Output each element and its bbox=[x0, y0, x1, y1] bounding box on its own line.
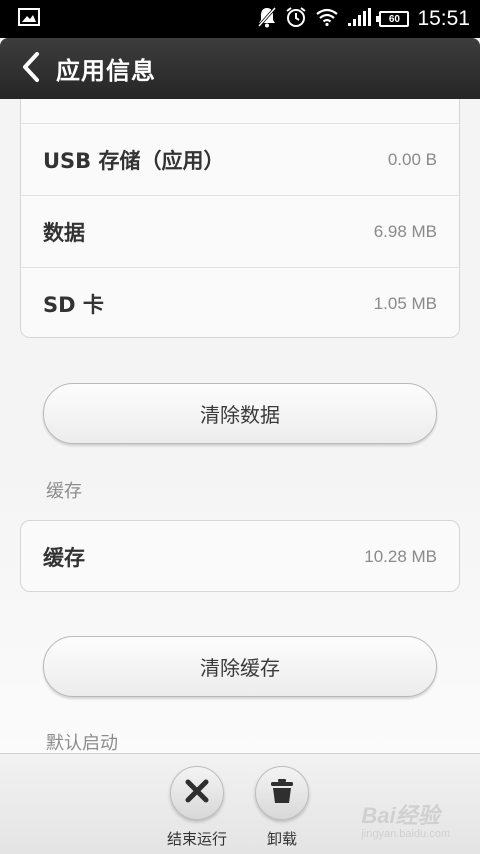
row-label: SD 卡 bbox=[43, 292, 104, 317]
storage-row-partial bbox=[21, 99, 459, 123]
cache-section-label: 缓存 bbox=[46, 481, 82, 502]
cache-card: 缓存 10.28 MB bbox=[20, 520, 460, 592]
image-icon bbox=[18, 8, 40, 30]
watermark-url: jingyan.baidu.com bbox=[361, 828, 450, 840]
storage-card: USB 存储（应用） 0.00 B 数据 6.98 MB SD 卡 1.05 M… bbox=[20, 99, 460, 338]
row-value: 10.28 MB bbox=[364, 547, 437, 566]
status-bar: 60 15:51 bbox=[0, 0, 480, 38]
wifi-icon bbox=[315, 8, 339, 30]
uninstall-label: 卸载 bbox=[266, 830, 297, 848]
row-value: 1.05 MB bbox=[373, 293, 437, 313]
row-label: 缓存 bbox=[43, 546, 85, 570]
storage-row-data: 数据 6.98 MB bbox=[21, 195, 459, 267]
battery-icon: 60 bbox=[376, 11, 410, 27]
back-button[interactable] bbox=[6, 38, 56, 99]
uninstall-circle bbox=[255, 766, 309, 820]
force-stop-label: 结束运行 bbox=[166, 830, 227, 848]
default-launch-section-label: 默认启动 bbox=[46, 733, 118, 753]
storage-row-usb: USB 存储（应用） 0.00 B bbox=[21, 123, 459, 195]
row-label: USB 存储（应用） bbox=[43, 148, 225, 173]
alarm-icon bbox=[285, 6, 307, 32]
storage-row-sd: SD 卡 1.05 MB bbox=[21, 267, 459, 339]
watermark-logo: Bai经验 bbox=[361, 803, 440, 828]
signal-icon bbox=[347, 8, 372, 30]
content-area[interactable]: USB 存储（应用） 0.00 B 数据 6.98 MB SD 卡 1.05 M… bbox=[0, 99, 480, 753]
force-stop-circle bbox=[170, 766, 224, 820]
page-title: 应用信息 bbox=[56, 57, 156, 85]
clear-data-button[interactable]: 清除数据 bbox=[43, 383, 437, 444]
notification-muted-icon bbox=[257, 6, 277, 32]
cache-row: 缓存 10.28 MB bbox=[21, 521, 459, 593]
uninstall-button[interactable]: 卸载 bbox=[242, 766, 322, 849]
bottom-action-bar: 结束运行 卸载 Bai经验 jingyan.baidu.com bbox=[0, 753, 480, 854]
row-value: 6.98 MB bbox=[373, 221, 437, 241]
clear-cache-button[interactable]: 清除缓存 bbox=[43, 636, 437, 697]
chevron-left-icon bbox=[21, 51, 41, 87]
force-stop-button[interactable]: 结束运行 bbox=[157, 766, 237, 849]
row-label: 数据 bbox=[43, 220, 85, 245]
watermark: Bai经验 jingyan.baidu.com bbox=[361, 798, 450, 840]
row-value: 0.00 B bbox=[387, 149, 437, 169]
title-bar: 应用信息 bbox=[0, 38, 480, 99]
status-time: 15:51 bbox=[417, 7, 470, 30]
close-icon bbox=[184, 778, 210, 808]
trash-icon bbox=[268, 777, 296, 809]
